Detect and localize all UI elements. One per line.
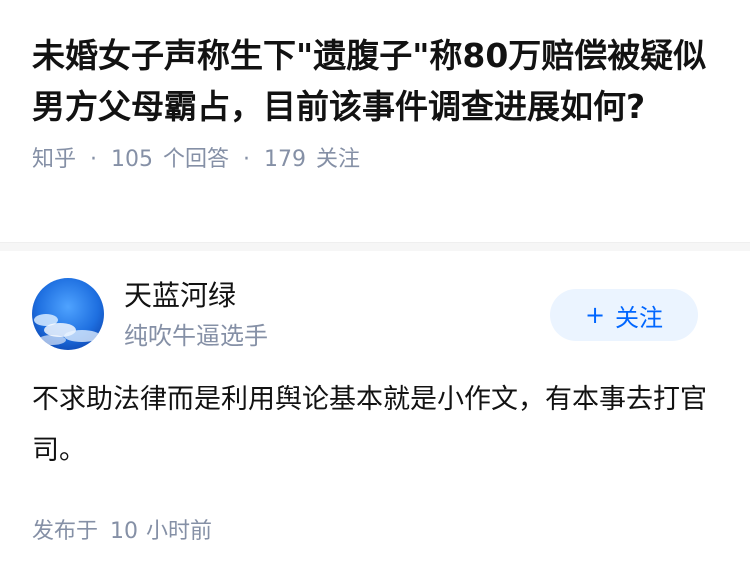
follow-button[interactable]: + 关注 (550, 289, 698, 341)
section-divider (0, 242, 750, 251)
time-prefix: 发布于 (32, 519, 99, 544)
follower-count-label: 关注 (316, 147, 361, 172)
time-unit: 小时前 (146, 519, 213, 544)
answer-count: 105 (111, 147, 154, 172)
question-title[interactable]: 未婚女子声称生下"遗腹子"称80万赔偿被疑似男方父母霸占，目前该事件调查进展如何… (32, 30, 720, 132)
author-name[interactable]: 天蓝河绿 (124, 278, 236, 314)
author-headline: 纯吹牛逼选手 (124, 322, 268, 350)
question-meta: 知乎 · 105 个回答 · 179 关注 (32, 145, 720, 175)
meta-separator: · (243, 147, 251, 172)
follow-button-label: 关注 (615, 303, 664, 332)
answer-content[interactable]: 不求助法律而是利用舆论基本就是小作文，有本事去打官司。 (32, 372, 712, 476)
source-label: 知乎 (32, 147, 77, 172)
author-row: 天蓝河绿 纯吹牛逼选手 + 关注 (32, 278, 718, 372)
sky-clouds-avatar-icon (32, 278, 104, 350)
answer-card: 天蓝河绿 纯吹牛逼选手 + 关注 不求助法律而是利用舆论基本就是小作文，有本事去… (0, 278, 750, 547)
plus-icon: + (584, 301, 606, 329)
follower-count: 179 (264, 147, 307, 172)
question-header: 未婚女子声称生下"遗腹子"称80万赔偿被疑似男方父母霸占，目前该事件调查进展如何… (0, 0, 750, 222)
answer-count-label: 个回答 (163, 147, 230, 172)
avatar[interactable] (32, 278, 104, 350)
meta-separator: · (90, 147, 98, 172)
zhihu-answer-page: 未婚女子声称生下"遗腹子"称80万赔偿被疑似男方父母霸占，目前该事件调查进展如何… (0, 0, 750, 588)
answer-time: 发布于 10 小时前 (32, 517, 718, 547)
time-value: 10 (110, 519, 139, 544)
